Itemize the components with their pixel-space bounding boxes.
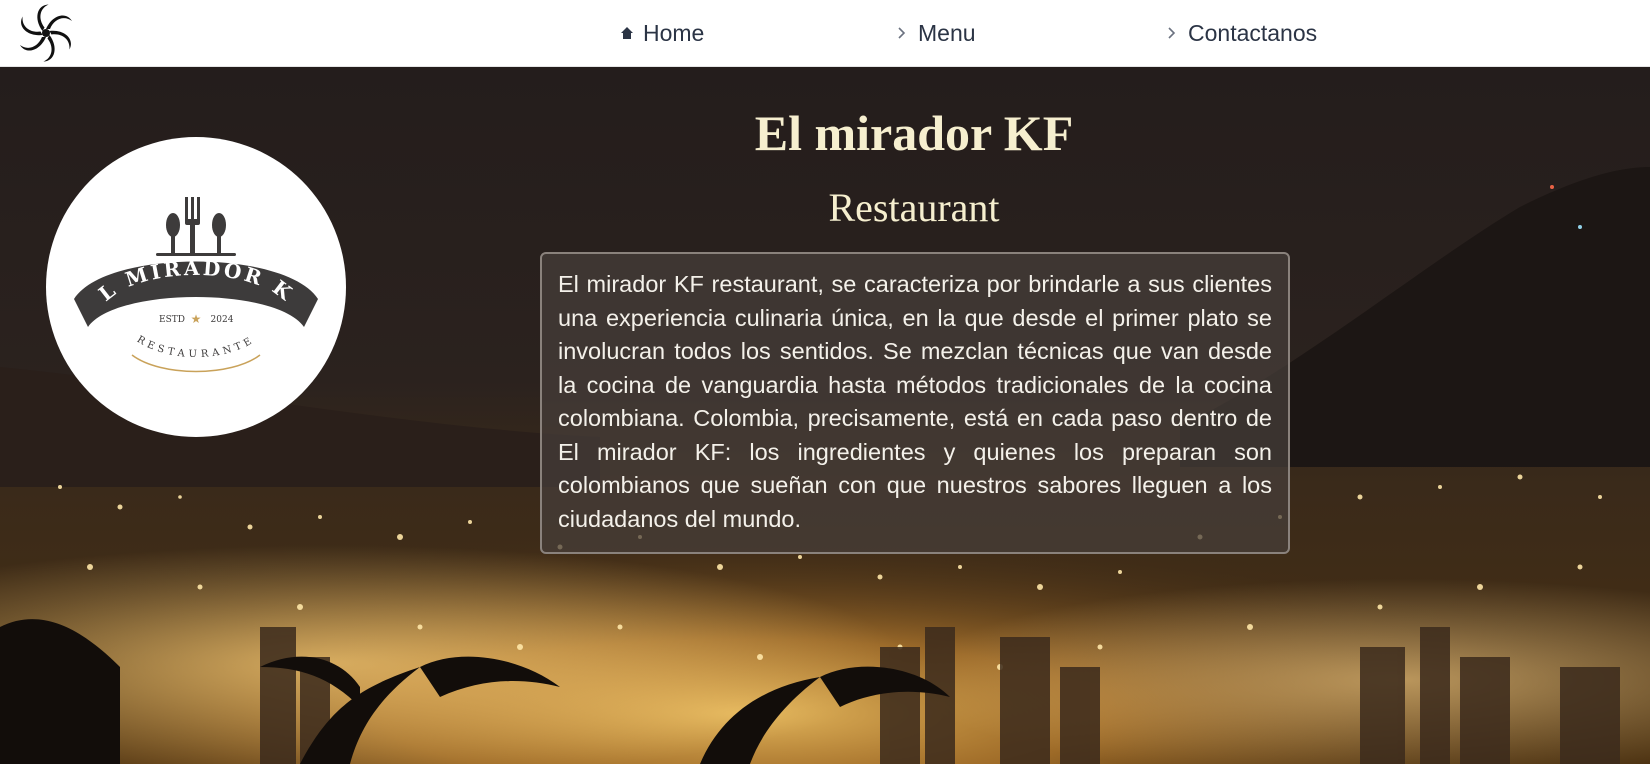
chevron-right-icon [1164,25,1180,41]
restaurant-logo: EL MIRADOR KF ESTD ★ 2024 RESTAURANTE [46,137,346,437]
logo-year: 2024 [211,315,234,325]
page-subtitle: Restaurant [828,185,1000,230]
nav-contact-label: Contactanos [1188,19,1318,46]
nav-menu-link[interactable]: Menu [894,16,976,50]
description-text: El mirador KF restaurant, se caracteriza… [558,271,1272,532]
star-icon: ★ [191,312,202,326]
nav-home-link[interactable]: Home [619,16,704,50]
logo-subtitle: RESTAURANTE [135,334,253,360]
chevron-right-icon [894,25,910,41]
svg-text:RESTAURANTE: RESTAURANTE [135,334,257,360]
navbar: Home Menu Contactanos [0,0,1650,67]
nav-home-label: Home [643,19,705,46]
home-icon [619,25,635,41]
hero-background: EL MIRADOR KF ESTD ★ 2024 RESTAURANTE El… [0,67,1650,764]
nav-menu-label: Menu [918,19,976,46]
logo-estd: ESTD [159,315,185,325]
page-title: El mirador KF [754,105,1074,161]
cutlery-icon [156,197,236,256]
nav-contact-link[interactable]: Contactanos [1164,16,1317,50]
description-card: El mirador KF restaurant, se caracteriza… [540,252,1290,554]
swirl-logo-icon[interactable] [17,4,75,62]
